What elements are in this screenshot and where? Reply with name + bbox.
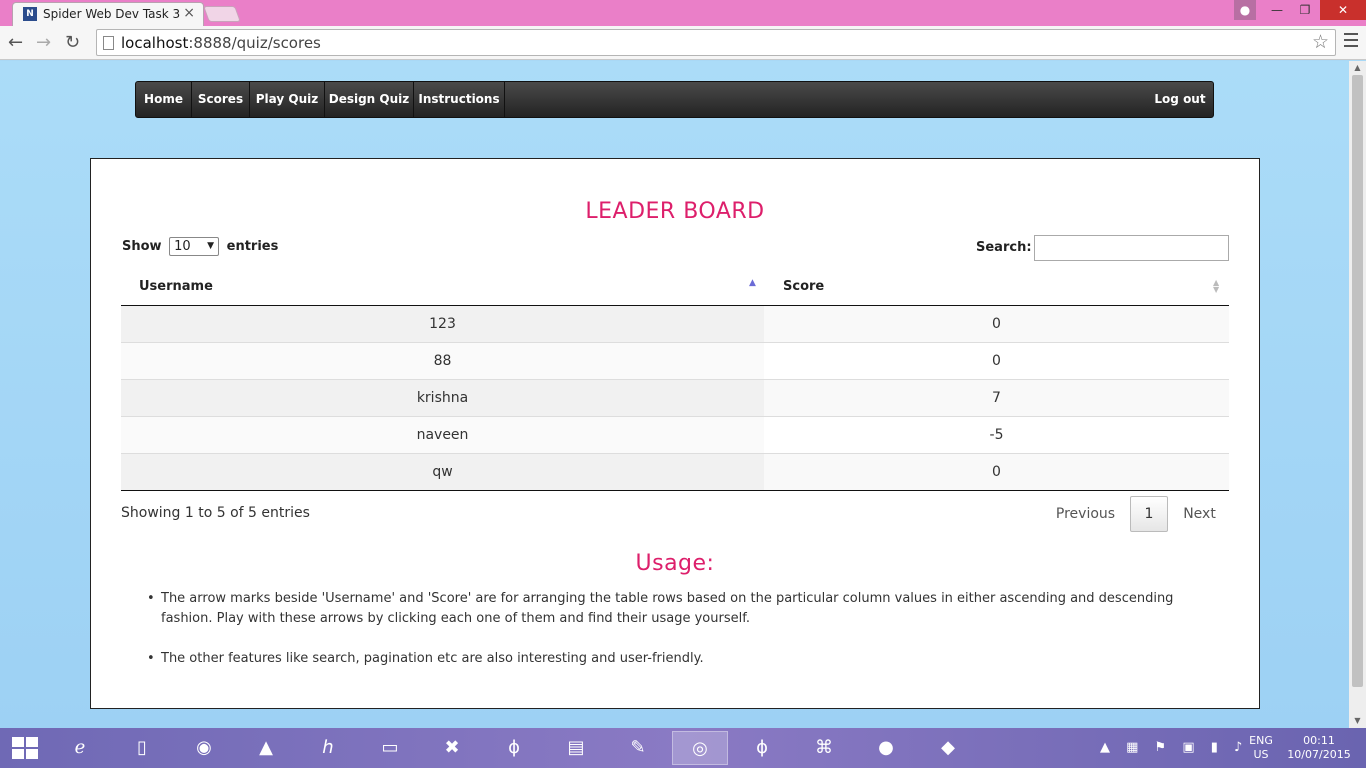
column-score[interactable]: Score <box>783 267 1223 306</box>
scroll-up-icon[interactable]: ▲ <box>1349 61 1366 75</box>
pagination-previous[interactable]: Previous <box>1048 496 1123 532</box>
table-info: Showing 1 to 5 of 5 entries <box>121 505 310 521</box>
list-item: • The arrow marks beside 'Username' and '… <box>147 591 1174 626</box>
cell-score: 0 <box>764 454 1229 490</box>
scroll-thumb[interactable] <box>1352 75 1363 687</box>
site-navbar: Home Scores Play Quiz Design Quiz Instru… <box>135 81 1214 118</box>
sort-ascending-icon[interactable]: ▲ <box>749 278 756 288</box>
browser-toolbar: ← → ↻ localhost:8888/quiz/scores ☆ <box>0 26 1366 60</box>
forward-icon[interactable]: → <box>36 32 51 53</box>
reload-icon[interactable]: ↻ <box>65 32 80 53</box>
nav-design-quiz[interactable]: Design Quiz <box>325 82 414 117</box>
nav-home[interactable]: Home <box>136 82 192 117</box>
page-length-select[interactable]: 10 ▼ <box>169 237 220 256</box>
acrobat-icon[interactable]: ⌘ <box>796 731 852 765</box>
menu-icon[interactable] <box>1344 33 1358 51</box>
table-row: krishna 7 <box>121 380 1229 417</box>
page-length-control: Show 10 ▼ entries <box>122 237 278 256</box>
new-tab-button[interactable] <box>203 6 241 22</box>
url-text: localhost:8888/quiz/scores <box>121 34 321 52</box>
internet-explorer-icon[interactable]: ℯ <box>52 731 108 765</box>
php-icon[interactable]: ɸ <box>486 731 542 765</box>
nav-instructions[interactable]: Instructions <box>414 82 505 117</box>
tab-close-icon[interactable]: × <box>183 5 195 21</box>
nav-scores[interactable]: Scores <box>192 82 250 117</box>
browser-tab[interactable]: N Spider Web Dev Task 3 × <box>12 2 204 26</box>
tab-favicon-icon: N <box>23 7 37 21</box>
tab-title: Spider Web Dev Task 3 <box>43 7 181 21</box>
table-row: qw 0 <box>121 454 1229 491</box>
page-title: LEADER BOARD <box>585 199 765 224</box>
pagination-next[interactable]: Next <box>1177 496 1222 532</box>
taskbar: ℯ ▯ ◉ ▲ ℎ ▭ ✖ ɸ ▤ ✎ ◎ ɸ ⌘ ● ◆ ▲ ▦ ⚑ ▣ ▮ … <box>0 728 1366 768</box>
cell-username: 123 <box>121 306 764 342</box>
usage-list: • The arrow marks beside 'Username' and '… <box>147 589 1221 689</box>
chevron-down-icon: ▼ <box>207 241 215 251</box>
maximize-button[interactable]: ❐ <box>1292 0 1318 20</box>
usage-title: Usage: <box>635 551 715 576</box>
close-window-button[interactable]: ✕ <box>1320 0 1366 20</box>
nav-logout[interactable]: Log out <box>1146 82 1214 117</box>
command-prompt-icon[interactable]: ▭ <box>362 731 418 765</box>
table-header: Username ▲ Score ▲ ▼ <box>121 267 1229 306</box>
xampp-icon[interactable]: ✖ <box>424 731 480 765</box>
cell-username: krishna <box>121 380 764 416</box>
show-label: Show <box>122 239 162 254</box>
table-row: naveen -5 <box>121 417 1229 454</box>
address-bar[interactable]: localhost:8888/quiz/scores ☆ <box>96 29 1336 56</box>
cell-username: 88 <box>121 343 764 379</box>
notepad-plus-icon[interactable]: ✎ <box>610 731 666 765</box>
sort-both-icon[interactable]: ▲ ▼ <box>1213 279 1219 294</box>
firefox-icon[interactable]: ◉ <box>176 731 232 765</box>
hp-icon[interactable]: ℎ <box>300 731 356 765</box>
profile-icon[interactable]: ● <box>1234 0 1256 20</box>
github-icon[interactable]: ● <box>858 731 914 765</box>
cell-username: naveen <box>121 417 764 453</box>
search-input[interactable] <box>1034 235 1229 261</box>
column-username[interactable]: Username <box>139 267 759 306</box>
entries-label: entries <box>226 239 279 254</box>
clock[interactable]: 00:11 10/07/2015 <box>1286 734 1352 768</box>
bookmark-star-icon[interactable]: ☆ <box>1312 31 1329 53</box>
search-label: Search: <box>976 240 1032 255</box>
chrome-icon[interactable]: ◎ <box>672 731 728 765</box>
scroll-down-icon[interactable]: ▼ <box>1349 714 1366 728</box>
scores-table: Username ▲ Score ▲ ▼ 123 0 88 0 krishna 7… <box>121 267 1229 491</box>
pagination-page-1[interactable]: 1 <box>1130 496 1168 532</box>
leaderboard-panel: LEADER BOARD Show 10 ▼ entries Search: Us… <box>90 158 1260 709</box>
cell-username: qw <box>121 454 764 490</box>
cell-score: 0 <box>764 343 1229 379</box>
language-indicator[interactable]: ENG US <box>1248 734 1274 768</box>
cell-score: -5 <box>764 417 1229 453</box>
list-item: • The other features like search, paginat… <box>147 651 704 666</box>
page-icon <box>103 36 114 50</box>
cell-score: 7 <box>764 380 1229 416</box>
page-scrollbar[interactable]: ▲ ▼ <box>1349 61 1366 728</box>
php-editor-icon[interactable]: ɸ <box>734 731 790 765</box>
file-explorer-icon[interactable]: ▤ <box>548 731 604 765</box>
table-row: 123 0 <box>121 306 1229 343</box>
page-viewport: Home Scores Play Quiz Design Quiz Instru… <box>0 61 1349 728</box>
git-icon[interactable]: ◆ <box>920 731 976 765</box>
vlc-icon[interactable]: ▲ <box>238 731 294 765</box>
table-row: 88 0 <box>121 343 1229 380</box>
cell-score: 0 <box>764 306 1229 342</box>
nav-play-quiz[interactable]: Play Quiz <box>250 82 325 117</box>
back-icon[interactable]: ← <box>8 32 23 53</box>
windows-start-icon[interactable] <box>12 737 38 759</box>
file-icon[interactable]: ▯ <box>114 731 170 765</box>
system-tray-icons[interactable]: ▲ ▦ ⚑ ▣ ▮ ♪ <box>1100 740 1248 768</box>
browser-titlebar: N Spider Web Dev Task 3 × ● — ❐ ✕ <box>0 0 1366 26</box>
minimize-button[interactable]: — <box>1264 0 1290 20</box>
